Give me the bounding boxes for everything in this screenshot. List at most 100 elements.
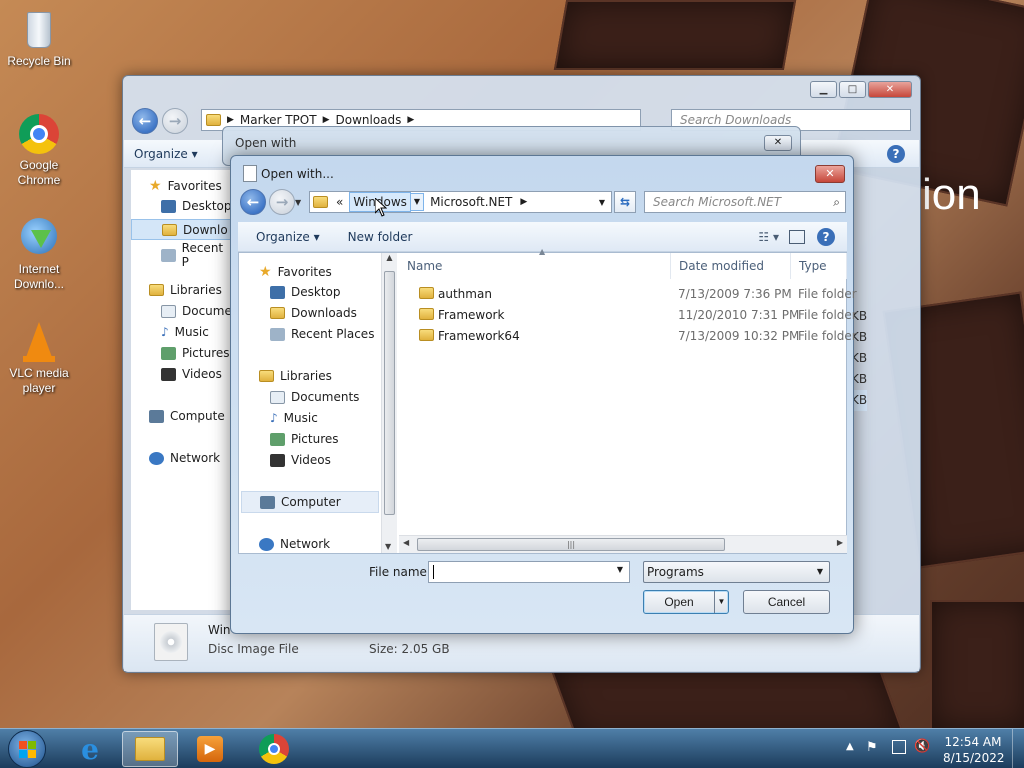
open-with-outer-close-button[interactable]: ✕ — [764, 135, 792, 151]
nav-recent[interactable]: Recent P — [161, 241, 233, 269]
show-desktop-button[interactable] — [1012, 729, 1024, 768]
column-header-date[interactable]: Date modified — [671, 253, 791, 279]
taskbar-windows-explorer[interactable] — [122, 731, 178, 767]
breadcrumb-dropdown-icon[interactable]: ▼ — [410, 193, 425, 211]
document-icon — [243, 165, 257, 182]
nav-pictures[interactable]: Pictures — [161, 346, 230, 360]
close-button[interactable]: ✕ — [868, 81, 912, 98]
nav-downloads[interactable]: Downloads — [270, 306, 357, 320]
file-row[interactable]: Framework 11/20/2010 7:31 PM File folder — [399, 305, 859, 326]
folder-icon — [419, 287, 434, 299]
refresh-icon[interactable]: ⇆ — [614, 191, 636, 213]
open-dropdown-icon[interactable]: ▼ — [714, 591, 728, 613]
open-button[interactable]: Open ▼ — [643, 590, 729, 614]
nav-libraries[interactable]: Libraries — [149, 283, 222, 297]
maximize-button[interactable]: □ — [839, 81, 866, 98]
minimize-button[interactable]: ▁ — [810, 81, 837, 98]
recent-locations-chevron-icon[interactable]: ▼ — [295, 198, 301, 207]
start-button[interactable] — [8, 730, 46, 768]
organize-button[interactable]: Organize ▾ — [238, 230, 330, 244]
dialog-content: ★ Favorites Desktop Downloads Recent Plac… — [238, 247, 857, 554]
folder-icon — [206, 114, 221, 126]
action-center-flag-icon[interactable]: ⚑ — [866, 740, 878, 755]
nav-desktop[interactable]: Desktop — [161, 199, 232, 213]
pictures-icon — [270, 432, 285, 446]
network-status-icon[interactable] — [892, 740, 906, 754]
nav-favorites[interactable]: ★ Favorites — [149, 178, 222, 194]
file-name-input[interactable]: ▼ — [428, 561, 630, 583]
dialog-forward-button[interactable]: → — [269, 189, 295, 215]
show-hidden-icons-button[interactable]: ▲ — [846, 741, 854, 752]
cancel-button[interactable]: Cancel — [743, 590, 830, 614]
desktop-icon-recycle-bin[interactable]: Recycle Bin — [4, 8, 74, 69]
nav-pictures[interactable]: Pictures — [270, 432, 339, 446]
column-header-type[interactable]: Type — [791, 253, 847, 279]
breadcrumb-item[interactable]: Downloads — [335, 113, 401, 127]
nav-pane-scrollbar[interactable]: ▲ ▼ — [381, 253, 397, 553]
nav-documents[interactable]: Documents — [270, 390, 359, 404]
address-dropdown-icon[interactable]: ▼ — [599, 198, 605, 207]
system-clock[interactable]: 12:54 AM 8/15/2022 — [943, 734, 1005, 766]
back-button[interactable]: ← — [132, 108, 158, 134]
nav-music[interactable]: ♪ Music — [161, 325, 209, 339]
breadcrumb-item[interactable]: Marker TPOT — [240, 113, 317, 127]
new-folder-button[interactable]: New folder — [330, 230, 423, 244]
disc-image-icon — [154, 623, 188, 661]
breadcrumb-overflow[interactable]: « — [336, 195, 343, 209]
file-name-label: File name: — [369, 565, 431, 579]
nav-recent-places[interactable]: Recent Places — [270, 327, 374, 341]
dialog-title: Open with... — [261, 167, 334, 181]
dialog-back-button[interactable]: ← — [240, 189, 266, 215]
chevron-down-icon: ▼ — [616, 565, 623, 574]
computer-icon — [260, 495, 275, 509]
scroll-thumb[interactable] — [384, 271, 395, 515]
nav-videos[interactable]: Videos — [270, 453, 331, 467]
forward-button[interactable]: → — [162, 108, 188, 134]
chrome-icon — [259, 734, 289, 764]
nav-computer[interactable]: Compute — [149, 409, 225, 423]
scroll-left-icon: ◀ — [403, 538, 410, 547]
view-options-icon[interactable]: ☷ ▾ — [758, 230, 779, 244]
breadcrumb-microsoft-net[interactable]: Microsoft.NET — [430, 195, 512, 209]
nav-downloads[interactable]: Downlo — [131, 219, 241, 240]
taskbar-google-chrome[interactable] — [246, 731, 302, 767]
dialog-search-input[interactable]: Search Microsoft.NET ⌕ — [644, 191, 846, 213]
nav-videos[interactable]: Videos — [161, 367, 222, 381]
taskbar-internet-explorer[interactable]: e — [62, 731, 118, 767]
nav-libraries[interactable]: Libraries — [259, 369, 332, 383]
libraries-icon — [259, 370, 274, 382]
search-icon: ⌕ — [833, 195, 840, 209]
dialog-address-bar[interactable]: « Windows ▼ Microsoft.NET ▶ ▼ — [309, 191, 612, 213]
volume-muted-icon[interactable]: 🔇 — [914, 739, 930, 754]
file-list-horizontal-scrollbar[interactable]: ◀ ||| ▶ — [399, 535, 847, 553]
preview-pane-icon[interactable] — [789, 229, 805, 244]
taskbar-media-player[interactable]: ▶ — [182, 731, 238, 767]
desktop-icon-google-chrome[interactable]: Google Chrome — [4, 112, 74, 188]
nav-documents[interactable]: Docume — [161, 304, 232, 318]
folder-icon — [419, 308, 434, 320]
desktop-icon-vlc-media-player[interactable]: VLC media player — [4, 320, 74, 396]
nav-computer[interactable]: Computer — [241, 491, 379, 513]
help-icon[interactable]: ? — [887, 144, 905, 163]
nav-network[interactable]: Network — [149, 451, 220, 465]
open-with-file-dialog[interactable]: Open with... ✕ ← → ▼ « Windows ▼ Microso… — [230, 155, 857, 634]
folder-icon — [135, 737, 165, 761]
file-row[interactable]: Framework64 7/13/2009 10:32 PM File fold… — [399, 326, 859, 347]
nav-network[interactable]: Network — [259, 537, 330, 551]
file-row[interactable]: authman 7/13/2009 7:36 PM File folder — [399, 284, 859, 305]
scroll-down-icon: ▼ — [385, 542, 392, 551]
folder-icon — [313, 196, 328, 208]
vlc-cone-icon — [17, 320, 61, 364]
dialog-close-button[interactable]: ✕ — [815, 165, 845, 183]
desktop-icon-internet-download-manager[interactable]: Internet Downlo... — [4, 216, 74, 292]
nav-music[interactable]: ♪ Music — [270, 411, 318, 425]
file-type-filter-select[interactable]: Programs ▼ — [643, 561, 830, 583]
column-header-name[interactable]: Name — [399, 253, 671, 279]
nav-favorites[interactable]: ★ Favorites — [259, 264, 332, 280]
help-icon[interactable]: ? — [817, 227, 835, 246]
nav-desktop[interactable]: Desktop — [270, 285, 341, 299]
organize-button[interactable]: Organize ▾ — [124, 147, 208, 161]
scroll-thumb[interactable]: ||| — [417, 538, 725, 551]
recent-places-icon — [270, 327, 285, 341]
dialog-nav-pane: ★ Favorites Desktop Downloads Recent Plac… — [239, 253, 381, 553]
